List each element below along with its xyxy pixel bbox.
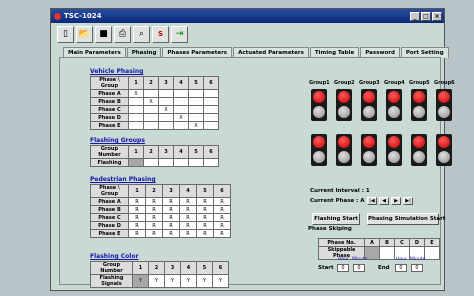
minimize-button[interactable]: _ [410,11,420,21]
send-icon[interactable]: S [152,25,169,43]
pedestrian-signal-icon [361,134,377,166]
toolbar: ▯ 📂 ■ ⎙ ⌕ S ⇥ [51,23,444,45]
flashing-start-button[interactable]: Flashing Start [312,213,360,225]
group-label: Group2 [334,80,355,86]
group-label: Group6 [434,80,455,86]
flashing-color-table: Group Number 1 2 3 4 5 6 Flashing Signal… [90,261,229,288]
vehicle-signal-icon [361,89,377,121]
start-hour-input[interactable]: 0 [337,264,349,272]
group-label: Group3 [359,80,380,86]
end-minute-label: Minute [410,257,426,262]
table-row: Phase CRRRRRR [90,213,231,222]
pedestrian-signal-icon [436,134,452,166]
prev-button[interactable]: ◀ [379,197,389,205]
table-row: Phase EX [90,121,219,130]
vehicle-phasing-table: Phase \ Group 1 2 3 4 5 6 Phase AX Phase… [90,76,219,130]
print-preview-icon[interactable]: ⌕ [133,25,150,43]
title-bar: TSC-1024 _ □ × [51,9,444,23]
last-button[interactable]: ▶| [403,197,413,205]
table-row: Phase DRRRRRR [90,221,231,230]
vehicle-signal-icon [311,89,327,121]
next-button[interactable]: ▶ [391,197,401,205]
phasing-panel: Vehicle Phasing Phase \ Group 1 2 3 4 5 … [59,57,455,288]
current-interval-value: 1 [365,188,370,194]
phasing-simulation-start-button[interactable]: Phasing Simulation Start [367,213,445,225]
vehicle-signal-icon [411,89,427,121]
new-file-icon[interactable]: ▯ [57,25,74,43]
vehicle-phasing-title: Vehicle Phasing [90,68,144,75]
pedestrian-phasing-table: Phase \ Group 1 2 3 4 5 6 Phase ARRRRRR … [90,184,231,238]
end-hour-input[interactable]: 0 [395,264,407,272]
exit-icon[interactable]: ⇥ [171,25,188,43]
end-minute-input[interactable]: 0 [411,264,423,272]
table-row: Phase ARRRRRR [90,197,231,206]
save-icon[interactable]: ■ [95,25,112,43]
current-phase-label: Current Phase : A [310,198,365,204]
table-row: Phase CX [90,105,219,114]
start-minute-input[interactable]: 0 [353,264,365,272]
vehicle-signal-icon [336,89,352,121]
pedestrian-phasing-title: Pedestrian Phasing [90,176,156,183]
open-folder-icon[interactable]: 📂 [76,25,93,43]
phase-skiping-title: Phase Skiping [308,226,352,232]
table-row: Flashing [90,158,219,167]
flashing-color-title: Flashing Color [90,253,139,260]
pedestrian-signal-icon [336,134,352,166]
group-label: Group4 [384,80,405,86]
flashing-groups-title: Flashing Groups [90,137,145,144]
pedestrian-signal-icon [411,134,427,166]
window-title: TSC-1024 [64,12,102,20]
table-row: Phase ERRRRRR [90,229,231,238]
start-minute-label: Minute [352,257,368,262]
group-label: Group1 [309,80,330,86]
table-row: Phase BX [90,97,219,106]
pedestrian-signal-icon [386,134,402,166]
table-row: Flashing Signals Y Y Y Y Y Y [90,274,229,288]
start-label: Start [318,265,334,271]
vehicle-signal-icon [386,89,402,121]
end-label: End [378,265,390,271]
first-button[interactable]: |◀ [367,197,377,205]
print-icon[interactable]: ⎙ [114,25,131,43]
maximize-button[interactable]: □ [421,11,431,21]
vehicle-signal-icon [436,89,452,121]
app-window: TSC-1024 _ □ × ▯ 📂 ■ ⎙ ⌕ S ⇥ Main Parame… [50,8,455,291]
current-phase-value: A [360,198,365,204]
pedestrian-signal-icon [311,134,327,166]
flashing-groups-table: Group Number 1 2 3 4 5 6 Flashing [90,145,219,167]
table-row: Phase BRRRRRR [90,205,231,214]
app-icon [54,12,61,20]
current-interval-label: Current Interval : 1 [310,188,370,194]
start-hour-label: Hour [338,257,349,262]
end-hour-label: Hour [396,257,407,262]
group-label: Group5 [409,80,430,86]
table-row: Phase DX [90,113,219,122]
table-row: Phase AX [90,89,219,98]
close-button[interactable]: × [432,11,442,21]
